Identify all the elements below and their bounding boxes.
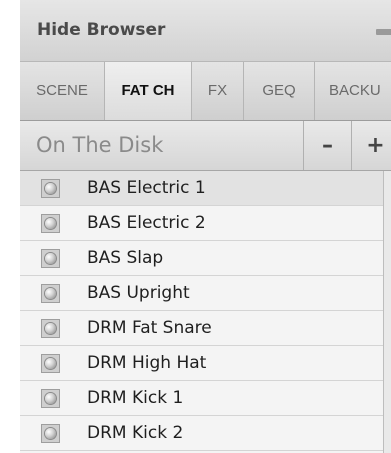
preset-file-icon <box>41 284 60 303</box>
preset-file-icon <box>41 214 60 233</box>
list-item-label: BAS Electric 1 <box>87 178 206 198</box>
tab-geq[interactable]: GEQ <box>244 62 315 120</box>
source-label[interactable]: On The Disk <box>36 133 163 157</box>
preset-file-icon <box>41 319 60 338</box>
list-item-label: BAS Electric 2 <box>87 213 206 233</box>
list-item[interactable]: BAS Slap <box>20 241 383 276</box>
preset-file-icon <box>41 179 60 198</box>
tab-scene[interactable]: SCENE <box>20 62 105 120</box>
remove-button[interactable]: – <box>303 121 351 170</box>
list-item[interactable]: DRM High Hat <box>20 346 383 381</box>
list-item-label: BAS Upright <box>87 283 190 303</box>
list-item-label: DRM Kick 1 <box>87 388 184 408</box>
browser-header[interactable]: Hide Browser <box>20 0 391 62</box>
tab-backup[interactable]: BACKU <box>315 62 391 120</box>
minimize-icon[interactable] <box>376 29 391 35</box>
preset-list: BAS Electric 1 BAS Electric 2 BAS Slap B… <box>20 171 383 453</box>
hide-browser-button[interactable]: Hide Browser <box>37 20 165 40</box>
add-button[interactable]: + <box>351 121 391 170</box>
tab-fx[interactable]: FX <box>192 62 244 120</box>
list-item-label: BAS Slap <box>87 248 164 268</box>
list-scrollbar[interactable] <box>383 171 391 453</box>
list-item[interactable]: BAS Upright <box>20 276 383 311</box>
list-item[interactable]: DRM Fat Snare <box>20 311 383 346</box>
list-item[interactable]: DRM Kick 1 <box>20 381 383 416</box>
tab-bar: SCENE FAT CH FX GEQ BACKU <box>20 62 391 121</box>
preset-file-icon <box>41 424 60 443</box>
preset-file-icon <box>41 354 60 373</box>
list-item[interactable]: BAS Electric 1 <box>20 171 383 206</box>
list-item-label: DRM Kick 2 <box>87 423 184 443</box>
list-item-label: DRM Fat Snare <box>87 318 212 338</box>
tab-fat-ch[interactable]: FAT CH <box>105 62 192 120</box>
preset-file-icon <box>41 389 60 408</box>
source-bar: On The Disk – + <box>20 121 391 171</box>
preset-file-icon <box>41 249 60 268</box>
list-item-label: DRM High Hat <box>87 353 207 373</box>
list-item[interactable]: BAS Electric 2 <box>20 206 383 241</box>
list-item[interactable]: DRM Kick 2 <box>20 416 383 451</box>
browser-panel: Hide Browser SCENE FAT CH FX GEQ BACKU O… <box>20 0 391 453</box>
